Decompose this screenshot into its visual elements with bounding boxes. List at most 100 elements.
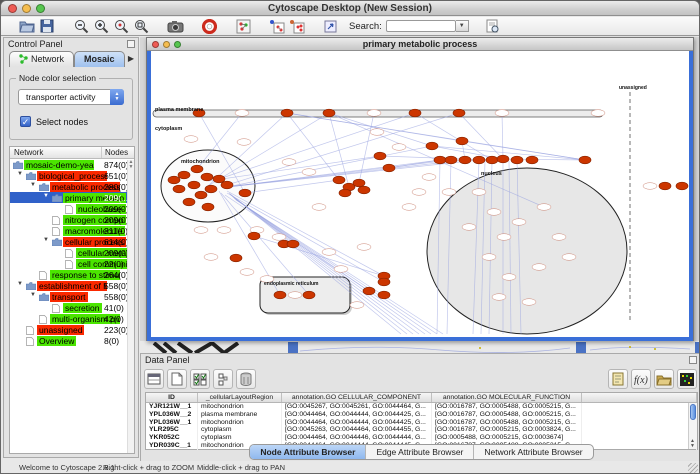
destroy-view-icon[interactable] [267, 18, 287, 35]
network-view-frame: plasma membranecytoplasmmitochondrionnuc… [147, 51, 693, 341]
matrix-view-icon[interactable] [677, 369, 697, 389]
tree-row[interactable]: mosaic-demo-yeast874(0) [10, 159, 134, 170]
search-dropdown-arrow[interactable]: ▼ [456, 20, 469, 32]
data-panel-title: Data Panel [145, 355, 190, 365]
tab-edge-attribute-browser[interactable]: Edge Attribute Browser [366, 445, 474, 459]
select-nodes-checkbox[interactable]: ✓ [20, 116, 31, 127]
select-all-attributes-icon[interactable] [190, 369, 210, 389]
expander-icon[interactable]: ▼ [43, 237, 49, 243]
float-data-panel-icon[interactable] [689, 356, 697, 364]
table-scrollbar-thumb[interactable] [690, 404, 696, 420]
select-attributes-icon[interactable] [144, 369, 164, 389]
tab-node-attribute-browser[interactable]: Node Attribute Browser [250, 445, 366, 459]
folder-icon [52, 194, 62, 202]
tree-row-count: 651(0) [104, 171, 129, 181]
save-session-icon[interactable] [37, 18, 57, 35]
search-options-icon[interactable] [483, 18, 503, 35]
zoom-fit-icon[interactable] [131, 18, 151, 35]
tree-row[interactable]: multi-organism pro42(0) [10, 313, 134, 324]
tree-row[interactable]: ▼primary metabo209(... [10, 192, 134, 203]
tree-row-count: 209(0) [104, 215, 129, 225]
table-row[interactable]: YPL036W__2plasma membrane[GO:0044464, GO… [146, 411, 697, 419]
file-icon [26, 337, 34, 346]
zoom-in-icon[interactable] [91, 18, 111, 35]
tab-scroll-right-icon[interactable]: ▶ [128, 54, 134, 63]
unselect-all-attributes-icon[interactable] [213, 369, 233, 389]
table-row[interactable]: YLR295Ccytoplasm[GO:0045263, GO:0044464,… [146, 426, 697, 434]
network-view-title: primary metabolic process [147, 39, 693, 49]
table-row[interactable]: YKR052Ccytoplasm[GO:0044464, GO:0044446,… [146, 434, 697, 442]
control-panel-title: Control Panel [8, 39, 63, 49]
tab-network-attribute-browser[interactable]: Network Attribute Browser [474, 445, 592, 459]
float-panel-icon[interactable] [127, 40, 135, 48]
snapshot-camera-icon[interactable] [165, 18, 185, 35]
tree-row[interactable]: macromolecule311(0) [10, 225, 134, 236]
network-overview-icon[interactable] [233, 18, 253, 35]
delete-attribute-icon[interactable] [236, 369, 256, 389]
tree-row-count: 42(0) [104, 314, 124, 324]
import-attributes-icon[interactable] [654, 369, 674, 389]
resize-grip[interactable] [688, 463, 698, 473]
zoom-selected-icon[interactable] [111, 18, 131, 35]
open-file-icon[interactable] [17, 18, 37, 35]
file-icon [65, 260, 73, 269]
tree-row[interactable]: ▼biological_process651(0) [10, 170, 134, 181]
tree-row[interactable]: ▼metabolic process280(0) [10, 181, 134, 192]
tree-row[interactable]: ▼cellular process614(0) [10, 236, 134, 247]
expander-icon[interactable]: ▼ [17, 281, 23, 287]
column-cellular-component[interactable]: annotation.GO CELLULAR_COMPONENT [282, 393, 432, 402]
tree-row-label: secretion [63, 303, 102, 313]
zoom-out-icon[interactable] [71, 18, 91, 35]
create-view-icon[interactable] [287, 18, 307, 35]
folder-icon [26, 172, 36, 180]
attribute-notes-icon[interactable] [608, 369, 628, 389]
tree-column-network[interactable]: Network [10, 147, 102, 158]
dropdown-stepper-icon[interactable]: ▲▼ [110, 89, 124, 105]
status-welcome: Welcome to Cytoscape 2.8.1 [19, 463, 115, 472]
search-label: Search: [349, 21, 382, 32]
vizmapper-icon[interactable] [321, 18, 341, 35]
help-lifesaver-icon[interactable] [199, 18, 219, 35]
tree-row[interactable]: nucleobase-209(0) [10, 203, 134, 214]
new-attribute-icon[interactable] [167, 369, 187, 389]
tree-column-nodes[interactable]: Nodes [102, 147, 128, 158]
tree-row[interactable]: ▼transport558(0) [10, 291, 134, 302]
table-row[interactable]: YJR121W__1mitochondrion[GO:0045267, GO:0… [146, 403, 697, 411]
network-canvas[interactable]: plasma membranecytoplasmmitochondrionnuc… [151, 51, 689, 337]
network-view-window[interactable]: primary metabolic process plasma membran… [146, 37, 694, 341]
table-row[interactable]: YPL036W__1mitochondrion[GO:0044464, GO:0… [146, 419, 697, 427]
tree-row-count: 209(0) [104, 204, 129, 214]
tree-row[interactable]: unassigned223(0) [10, 324, 134, 335]
tree-scrollbar[interactable]: ▲▼ [127, 160, 134, 454]
expander-icon[interactable]: ▼ [17, 171, 23, 177]
window-title-bar[interactable]: Cytoscape Desktop (New Session) [1, 1, 699, 16]
node-color-dropdown[interactable]: transporter activity ▲▼ [18, 89, 124, 105]
network-window-title-bar[interactable]: primary metabolic process [147, 38, 693, 51]
svg-text:f(x): f(x) [634, 375, 649, 385]
tab-mosaic[interactable]: Mosaic [74, 51, 125, 67]
tree-row[interactable]: nitrogen compo209(0) [10, 214, 134, 225]
svg-text:unassigned: unassigned [619, 85, 647, 91]
function-builder-icon[interactable]: f(x) [631, 369, 651, 389]
column-molecular-function[interactable]: annotation.GO MOLECULAR_FUNCTION [432, 393, 582, 402]
svg-text:cytoplasm: cytoplasm [155, 126, 182, 132]
tree-row[interactable]: response to stimulu264(0) [10, 269, 134, 280]
expander-icon[interactable]: ▼ [30, 182, 36, 188]
tree-row-label: Overview [37, 336, 76, 346]
tree-row[interactable]: cell communicat22(0) [10, 258, 134, 269]
tree-row[interactable]: cellular metabo209(0) [10, 247, 134, 258]
expander-icon[interactable]: ▼ [30, 292, 36, 298]
tree-row[interactable]: ▼establishment of lo558(0) [10, 280, 134, 291]
tree-row[interactable]: Overview8(0) [10, 335, 134, 346]
column-region[interactable]: _cellularLayoutRegion [198, 393, 282, 402]
tree-row[interactable]: secretion41(0) [10, 302, 134, 313]
search-input[interactable] [386, 20, 456, 32]
network-desktop: primary metabolic process plasma membran… [140, 37, 700, 353]
expander-icon[interactable]: ▼ [43, 193, 49, 199]
column-id[interactable]: ID [146, 393, 198, 402]
file-icon [39, 315, 47, 324]
attribute-browser-tabs: Node Attribute BrowserEdge Attribute Bro… [249, 444, 593, 460]
tree-row-count: 280(0) [104, 182, 129, 192]
tree-row-count: 209(... [104, 193, 128, 203]
tab-network[interactable]: Network [9, 51, 74, 67]
